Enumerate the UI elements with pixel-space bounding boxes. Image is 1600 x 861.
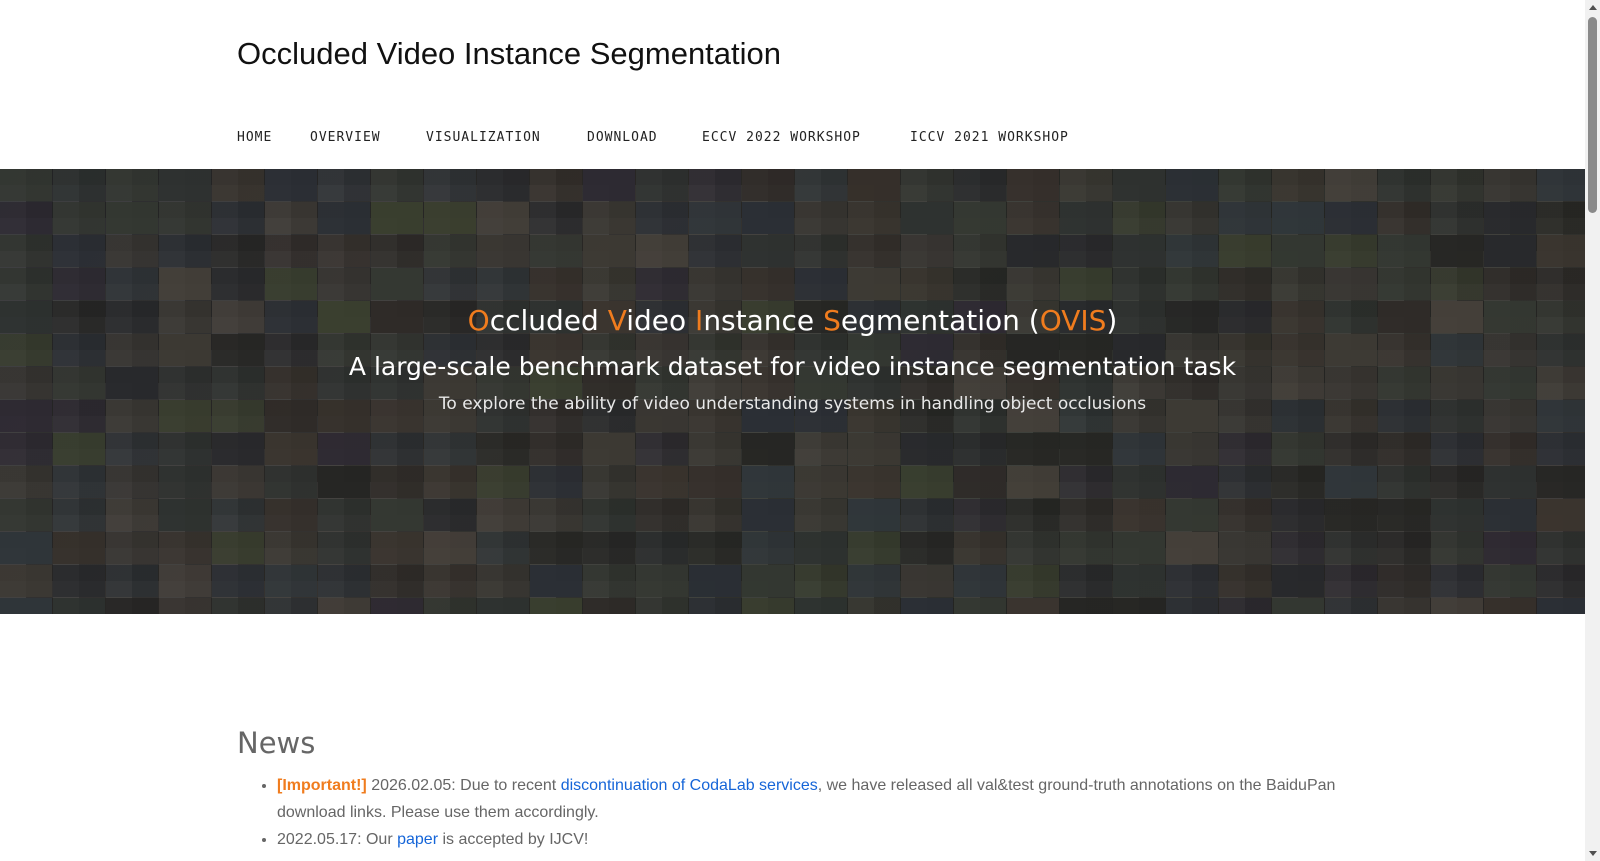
scrollbar-thumb[interactable]	[1588, 17, 1597, 213]
hero-banner: Occluded Video Instance Segmentation (OV…	[0, 169, 1585, 614]
news-text: is accepted by IJCV!	[438, 831, 589, 848]
news-item: [Important!] 2026.02.05: Due to recent d…	[277, 772, 1397, 826]
hero-title-segmentation: egmentation (	[840, 304, 1040, 337]
hero-title-acronym: OVIS	[1039, 304, 1107, 337]
nav-home[interactable]: HOME	[237, 130, 272, 145]
hero-title-occluded: ccluded	[489, 304, 608, 337]
hero-title-letter-v: V	[607, 304, 627, 337]
page: Occluded Video Instance Segmentation HOM…	[0, 0, 1585, 861]
hero-title-instance: nstance	[703, 304, 824, 337]
hero-title: Occluded Video Instance Segmentation (OV…	[0, 304, 1585, 337]
hero-title-letter-s: S	[823, 304, 841, 337]
site-title[interactable]: Occluded Video Instance Segmentation	[237, 36, 781, 72]
nav-iccv-2021-workshop[interactable]: ICCV 2021 WORKSHOP	[910, 130, 1069, 145]
scroll-down-arrow-icon[interactable]	[1585, 846, 1600, 861]
vertical-scrollbar[interactable]	[1585, 0, 1600, 861]
nav-eccv-2022-workshop[interactable]: ECCV 2022 WORKSHOP	[702, 130, 861, 145]
nav-download[interactable]: DOWNLOAD	[587, 130, 658, 145]
important-badge: [Important!]	[277, 777, 367, 794]
paper-link[interactable]: paper	[397, 831, 438, 848]
scroll-up-arrow-icon[interactable]	[1585, 0, 1600, 15]
hero-title-letter-o: O	[467, 304, 490, 337]
news-heading: News	[237, 726, 316, 760]
nav-overview[interactable]: OVERVIEW	[310, 130, 381, 145]
hero-subtitle: A large-scale benchmark dataset for vide…	[348, 352, 1237, 381]
codalab-discontinuation-link[interactable]: discontinuation of CodaLab services	[561, 777, 818, 794]
news-text: 2022.05.17: Our	[277, 831, 398, 848]
news-item: 2022.05.17: Our paper is accepted by IJC…	[277, 826, 1397, 853]
nav-visualization[interactable]: VISUALIZATION	[426, 130, 541, 145]
hero-title-video: ideo	[626, 304, 696, 337]
hero-title-close-paren: )	[1106, 304, 1118, 337]
news-text: 2026.02.05: Due to recent	[366, 777, 561, 794]
hero-mosaic-background	[0, 169, 1585, 614]
news-list: [Important!] 2026.02.05: Due to recent d…	[237, 772, 1397, 853]
hero-tagline: To explore the ability of video understa…	[438, 394, 1147, 414]
